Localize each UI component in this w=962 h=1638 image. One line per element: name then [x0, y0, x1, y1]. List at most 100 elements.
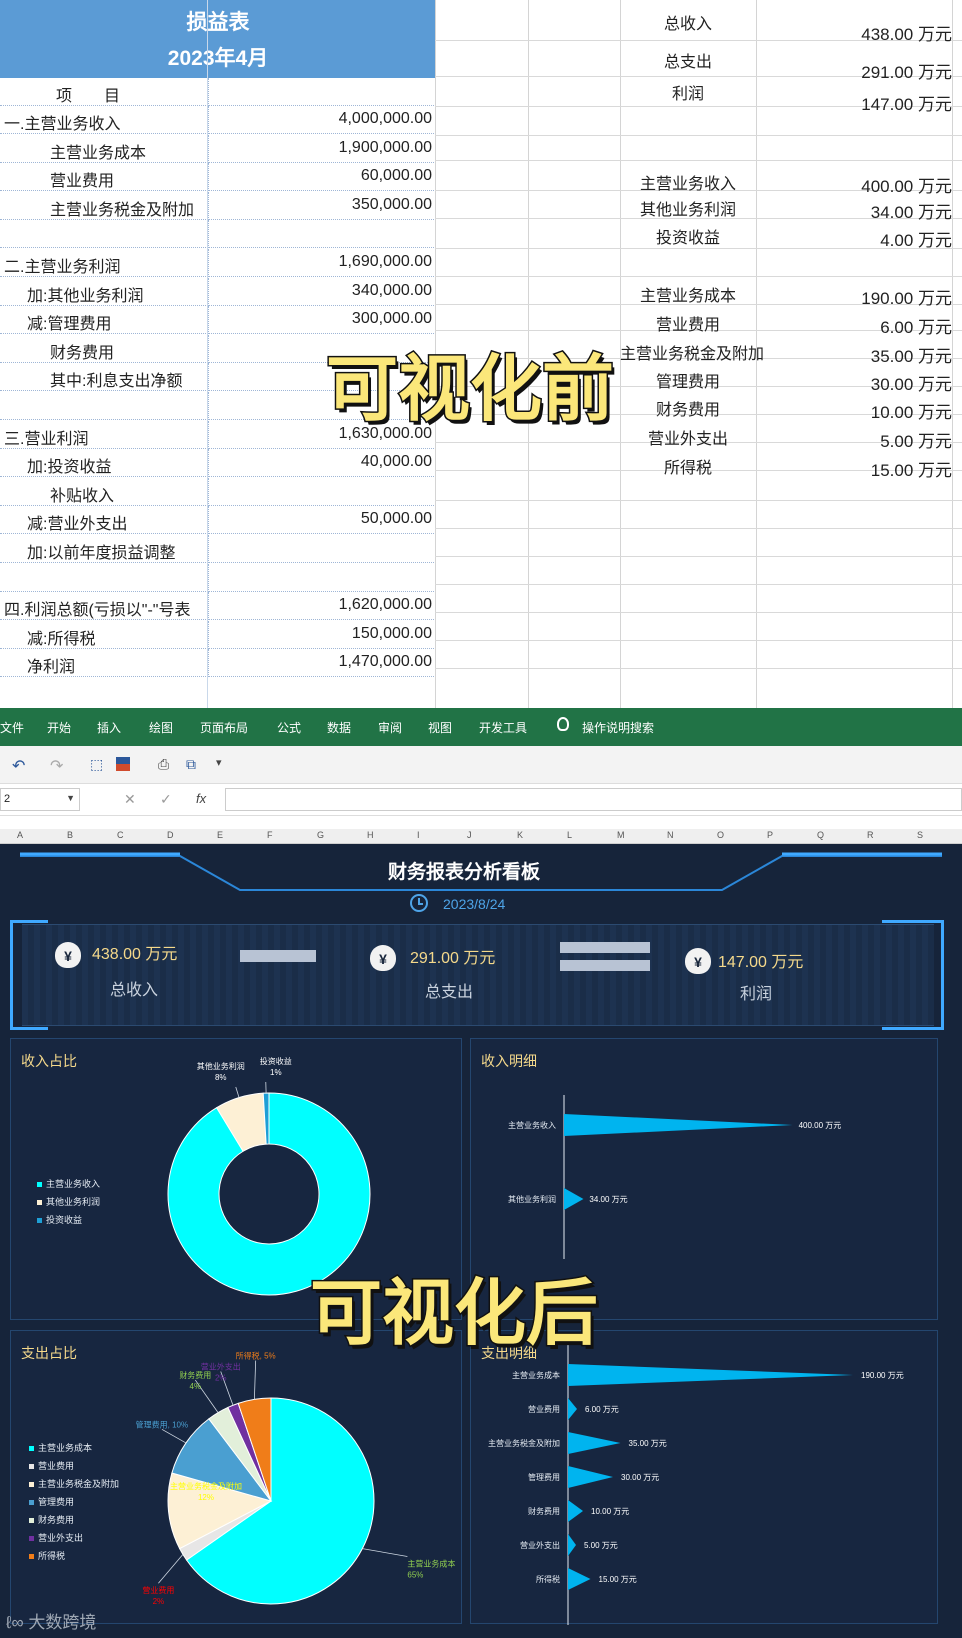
- quick-access-toolbar: ↶ ↷ ⬚ ⎙ ⧉ ▾: [0, 746, 962, 784]
- excel-ribbon: 文件 开始 插入 绘图 页面布局 公式 数据 审阅 视图 开发工具 操作说明搜索: [0, 708, 962, 746]
- report-title: 损益表: [186, 11, 250, 34]
- column-letter[interactable]: N: [667, 830, 674, 840]
- ribbon-tab[interactable]: 开发工具: [479, 719, 527, 736]
- statement-row: 补贴收入: [0, 477, 436, 506]
- statement-item-label: 减:营业外支出: [27, 516, 128, 534]
- ribbon-tab[interactable]: 审阅: [378, 719, 402, 736]
- report-header: 损益表 2023年4月: [0, 0, 436, 78]
- column-letter[interactable]: H: [367, 830, 374, 840]
- legend-label: 管理费用: [38, 1497, 75, 1507]
- detail-label: 财务费用: [655, 402, 720, 419]
- expense-detail-panel: 支出明细 主营业务成本 190.00 万元 营业费用 6.00 万元 主营业务税金及附加…: [470, 1330, 938, 1625]
- statement-item-value: 4,000,000.00: [338, 110, 432, 127]
- category-label: 其他业务利润: [508, 1194, 556, 1204]
- ribbon-tab[interactable]: 页面布局: [200, 719, 248, 736]
- kpi-label: 利润: [740, 986, 773, 1003]
- detail-value: 35.00 万元: [870, 347, 952, 366]
- bar: [568, 1398, 577, 1420]
- chevron-down-icon[interactable]: ▼: [66, 793, 75, 803]
- dashboard-title: 财务报表分析看板: [387, 862, 540, 883]
- legend-item: 营业外支出: [29, 1531, 83, 1544]
- legend-item: 投资收益: [37, 1213, 82, 1226]
- ribbon-tab[interactable]: 文件: [0, 719, 24, 736]
- value-label: 400.00 万元: [799, 1121, 842, 1130]
- statement-row: 减:所得税 150,000.00: [0, 620, 436, 649]
- share-icon[interactable]: ⧉: [186, 756, 196, 773]
- column-letter[interactable]: Q: [817, 830, 824, 840]
- column-letter[interactable]: D: [167, 830, 174, 840]
- value-label: 34.00 万元: [589, 1195, 627, 1204]
- function-icon[interactable]: fx: [196, 791, 206, 806]
- statement-row: 四.利润总额(亏损以"-"号表 1,620,000.00: [0, 592, 436, 621]
- statement-row: [0, 220, 436, 249]
- column-letter[interactable]: I: [417, 830, 420, 840]
- kpi-band-right-bracket: [882, 920, 944, 1030]
- overlay-after-label: 可视化后: [308, 1273, 599, 1356]
- formula-input[interactable]: [225, 788, 962, 811]
- legend-item: 营业费用: [29, 1459, 74, 1472]
- ribbon-tab[interactable]: 视图: [428, 719, 452, 736]
- column-letter[interactable]: A: [17, 830, 23, 840]
- statement-item-value: 1,690,000.00: [338, 253, 432, 270]
- ribbon-tab[interactable]: 操作说明搜索: [582, 719, 654, 736]
- cancel-icon[interactable]: ✕: [124, 791, 136, 808]
- summary-label: 利润: [671, 86, 704, 103]
- legend-item: 管理费用: [29, 1495, 74, 1508]
- column-letter[interactable]: M: [617, 830, 625, 840]
- bar: [568, 1432, 621, 1454]
- column-letter[interactable]: C: [117, 830, 124, 840]
- detail-label: 投资收益: [655, 230, 720, 247]
- confirm-icon[interactable]: ✓: [160, 791, 172, 808]
- print-preview-icon[interactable]: ⎙: [158, 756, 169, 773]
- ribbon-tab[interactable]: 数据: [327, 719, 351, 736]
- ribbon-tab[interactable]: 绘图: [149, 719, 173, 736]
- legend-swatch: [29, 1464, 34, 1470]
- statement-item-value: 150,000.00: [351, 624, 432, 642]
- kpi-band-left-bracket: [10, 920, 48, 1030]
- value-label: 10.00 万元: [591, 1507, 629, 1516]
- name-box[interactable]: 2 ▼: [0, 788, 80, 811]
- statement-item-label: 减:管理费用: [27, 316, 112, 334]
- summary-value: 438.00 万元: [861, 25, 952, 44]
- summary-label: 总收入: [663, 16, 712, 33]
- statement-item-label: 加:其他业务利润: [27, 287, 144, 305]
- column-letter[interactable]: L: [567, 830, 572, 840]
- statement-item-label: 净利润: [27, 659, 76, 677]
- color-fill-icon[interactable]: [116, 757, 130, 771]
- ribbon-tab[interactable]: 开始: [47, 719, 71, 736]
- detail-label: 主营业务收入: [639, 176, 736, 193]
- statement-item-label: 一.主营业务收入: [4, 116, 121, 133]
- detail-label: 其他业务利润: [639, 202, 736, 219]
- statement-item-label: 加:投资收益: [27, 459, 112, 477]
- undo-icon[interactable]: ↶: [12, 756, 25, 776]
- kpi-value: 147.00 万元: [718, 954, 804, 971]
- ribbon-tab[interactable]: 插入: [97, 719, 121, 736]
- column-letter[interactable]: B: [67, 830, 73, 840]
- column-letter[interactable]: P: [767, 830, 773, 840]
- statement-item-value: 1,620,000.00: [338, 596, 432, 614]
- customize-toolbar-icon[interactable]: ▾: [216, 756, 222, 769]
- value-label: 35.00 万元: [629, 1439, 667, 1448]
- column-letter[interactable]: K: [517, 830, 523, 840]
- column-letter[interactable]: O: [717, 830, 724, 840]
- minus-sign: [240, 950, 316, 962]
- kpi-value: 291.00 万元: [410, 950, 496, 967]
- redo-icon[interactable]: ↷: [50, 756, 63, 776]
- column-letter[interactable]: F: [267, 830, 273, 840]
- legend-label: 所得税: [38, 1551, 66, 1561]
- bar: [568, 1534, 576, 1556]
- column-letter[interactable]: S: [917, 830, 923, 840]
- kpi-label: 总收入: [110, 982, 159, 999]
- column-letter[interactable]: J: [467, 830, 472, 840]
- legend-swatch: [29, 1518, 34, 1524]
- legend-item: 主营业务税金及附加: [29, 1477, 119, 1490]
- column-letter[interactable]: E: [217, 830, 223, 840]
- legend-item: 财务费用: [29, 1513, 74, 1526]
- shapes-icon[interactable]: ⬚: [90, 756, 103, 773]
- ribbon-tab[interactable]: 公式: [277, 719, 301, 736]
- bar: [568, 1466, 613, 1488]
- legend-label: 主营业务成本: [38, 1443, 93, 1453]
- column-letter[interactable]: R: [867, 830, 874, 840]
- column-letter[interactable]: G: [317, 830, 324, 840]
- slice-label: 其他业务利润 8%: [197, 1061, 245, 1082]
